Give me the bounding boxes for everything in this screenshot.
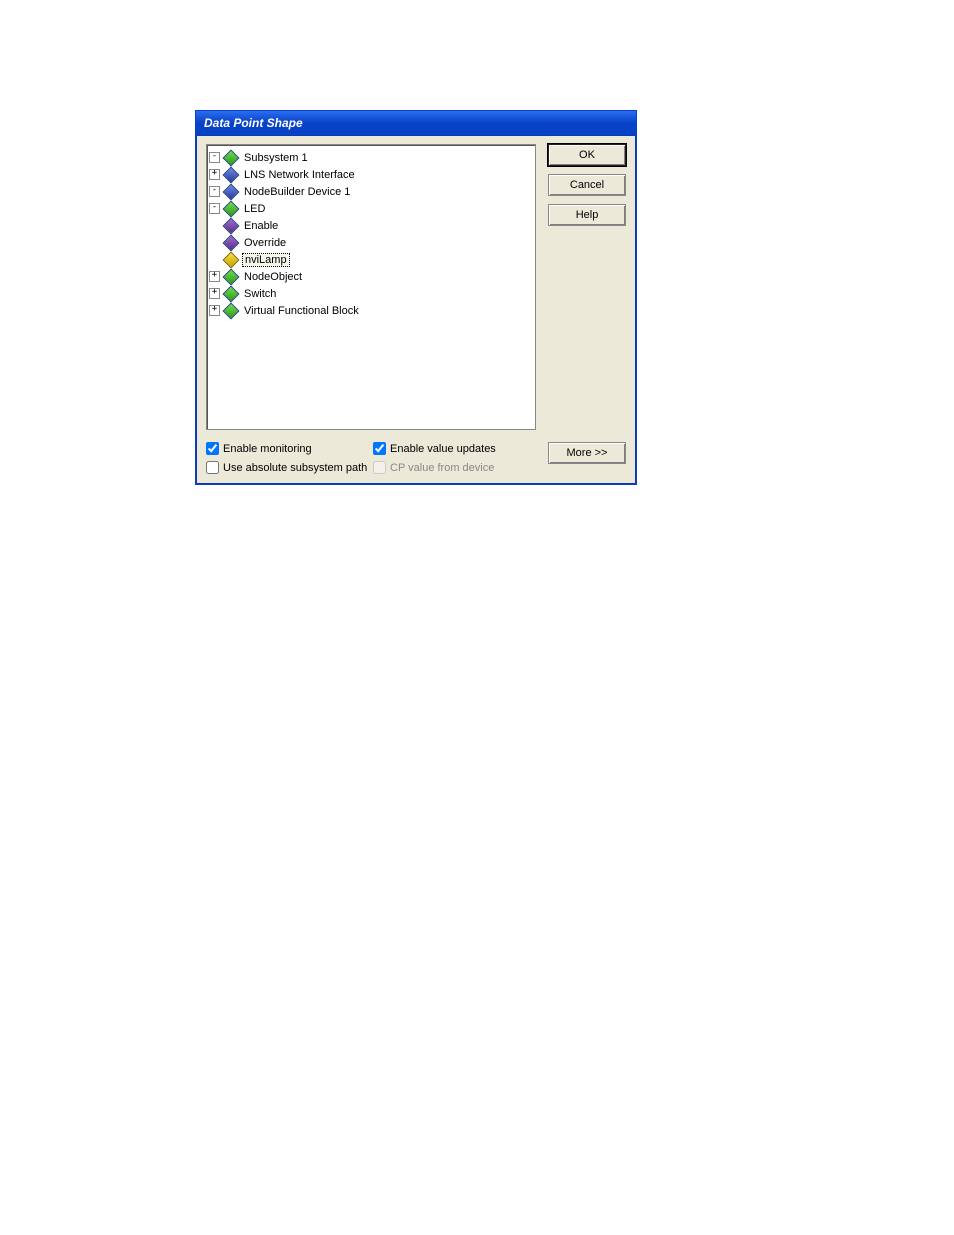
tree-item-lns[interactable]: + LNS Network Interface [209,166,533,183]
titlebar[interactable]: Data Point Shape [196,111,636,136]
tree-label: Enable [242,220,280,232]
enable-monitoring-checkbox[interactable]: Enable monitoring [206,442,373,455]
expand-icon[interactable]: + [209,169,220,180]
tree-label: Switch [242,288,278,300]
tree-item-nvilamp[interactable]: nviLamp [209,251,533,268]
collapse-icon[interactable]: - [209,152,220,163]
expand-icon[interactable]: + [209,271,220,282]
help-button[interactable]: Help [548,204,626,226]
checkbox-area: Enable monitoring Use absolute subsystem… [206,442,626,474]
device-icon [224,168,238,182]
use-absolute-path-input[interactable] [206,461,219,474]
block-icon [224,270,238,284]
tree-label: NodeBuilder Device 1 [242,186,352,198]
use-absolute-path-checkbox[interactable]: Use absolute subsystem path [206,461,373,474]
dialog-content: - Subsystem 1 + LNS Network Interface [196,136,636,484]
expand-icon[interactable]: + [209,288,220,299]
tree-item-subsystem1[interactable]: - Subsystem 1 [209,149,533,166]
more-button[interactable]: More >> [548,442,626,464]
top-row: - Subsystem 1 + LNS Network Interface [206,144,626,430]
tree-item-switch[interactable]: + Switch [209,285,533,302]
collapse-icon[interactable]: - [209,186,220,197]
cp-value-checkbox: CP value from device [373,461,540,474]
tree-label: NodeObject [242,271,304,283]
enable-value-updates-checkbox[interactable]: Enable value updates [373,442,540,455]
cancel-button[interactable]: Cancel [548,174,626,196]
tree-item-nodeobject[interactable]: + NodeObject [209,268,533,285]
enable-value-updates-input[interactable] [373,442,386,455]
subsystem-icon [224,151,238,165]
checkbox-label: CP value from device [390,462,494,474]
button-column: OK Cancel Help [548,144,626,430]
tree-item-enable[interactable]: Enable [209,217,533,234]
cp-value-input [373,461,386,474]
tree-label-selected: nviLamp [242,253,290,267]
tree-item-virtual[interactable]: + Virtual Functional Block [209,302,533,319]
block-icon [224,304,238,318]
tree-label: LED [242,203,267,215]
ok-button[interactable]: OK [548,144,626,166]
dialog-title: Data Point Shape [204,116,303,130]
checkbox-label: Use absolute subsystem path [223,462,367,474]
tree-label: Subsystem 1 [242,152,310,164]
checkbox-label: Enable value updates [390,443,496,455]
datapoint-icon [224,219,238,233]
expand-icon[interactable]: + [209,305,220,316]
tree-label: Override [242,237,288,249]
tree-item-override[interactable]: Override [209,234,533,251]
tree-view[interactable]: - Subsystem 1 + LNS Network Interface [206,144,536,430]
checkbox-label: Enable monitoring [223,443,312,455]
nv-icon [224,253,238,267]
datapoint-icon [224,236,238,250]
block-icon [224,202,238,216]
tree-item-nodebuilder[interactable]: - NodeBuilder Device 1 [209,183,533,200]
collapse-icon[interactable]: - [209,203,220,214]
tree-label: LNS Network Interface [242,169,357,181]
device-icon [224,185,238,199]
tree-label: Virtual Functional Block [242,305,361,317]
tree-item-led[interactable]: - LED [209,200,533,217]
enable-monitoring-input[interactable] [206,442,219,455]
block-icon [224,287,238,301]
data-point-shape-dialog: Data Point Shape - Subsystem 1 [195,110,637,485]
